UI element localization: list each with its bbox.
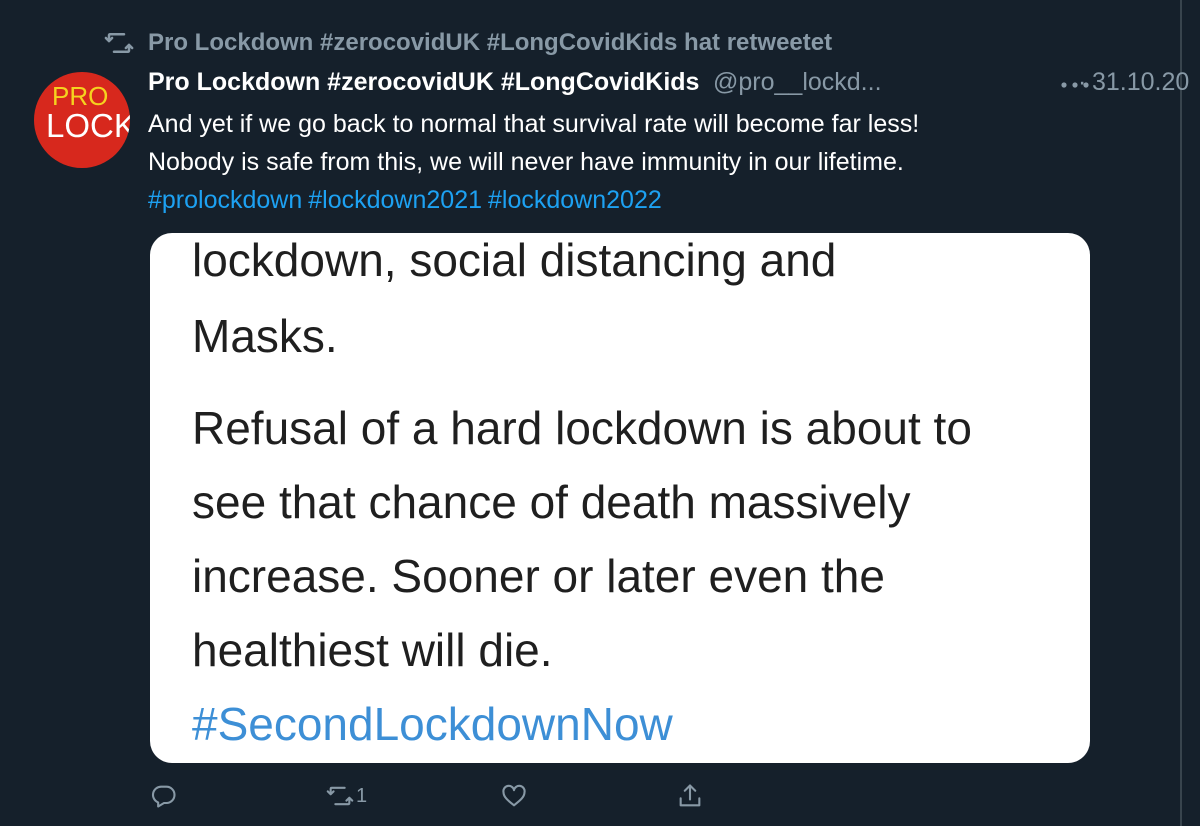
reply-button[interactable]	[150, 776, 178, 816]
author-handle[interactable]: @pro__lockd...	[713, 68, 882, 97]
retweet-context-label: Pro Lockdown #zerocovidUK #LongCovidKids…	[148, 29, 833, 56]
hashtag-link[interactable]: #lockdown2022	[488, 186, 662, 214]
heart-icon	[500, 782, 528, 810]
media-text-line: lockdown, social distancing and	[192, 234, 837, 286]
hashtag-link[interactable]: #lockdown2021	[308, 186, 482, 214]
retweet-button[interactable]: 1	[326, 776, 367, 816]
tweet-hashtags: #prolockdown #lockdown2021 #lockdown2022	[148, 181, 1158, 219]
media-text-line: Masks.	[192, 310, 338, 362]
share-button[interactable]	[676, 776, 704, 816]
share-icon	[676, 782, 704, 810]
media-text-line: see that chance of death massively	[192, 476, 911, 528]
media-text-line: healthiest will die.	[192, 624, 553, 676]
tweet-text-line: Nobody is safe from this, we will never …	[148, 148, 904, 176]
avatar[interactable]: PRO LOCK	[34, 72, 130, 168]
retweet-icon	[104, 28, 134, 58]
avatar-text-pro: PRO	[52, 81, 109, 111]
timeline-border	[1180, 0, 1182, 826]
reply-icon	[150, 782, 178, 810]
tweet-text: And yet if we go back to normal that sur…	[148, 105, 1158, 219]
retweet-icon	[326, 782, 354, 810]
author-name[interactable]: Pro Lockdown #zerocovidUK #LongCovidKids	[148, 68, 699, 97]
like-button[interactable]	[500, 776, 528, 816]
tweet-header: Pro Lockdown #zerocovidUK #LongCovidKids…	[148, 64, 1189, 104]
tweet-action-bar: 1	[148, 776, 728, 816]
more-horizontal-icon[interactable]	[1058, 70, 1092, 100]
retweet-context[interactable]: Pro Lockdown #zerocovidUK #LongCovidKids…	[104, 26, 832, 60]
tweet-media-image[interactable]: lockdown, social distancing and Masks. R…	[150, 233, 1090, 763]
retweet-count: 1	[356, 784, 368, 807]
tweet-date[interactable]: 31.10.20	[1092, 68, 1189, 97]
hashtag-link[interactable]: #prolockdown	[148, 186, 302, 214]
tweet-text-line: And yet if we go back to normal that sur…	[148, 110, 920, 138]
avatar-text-lock: LOCK	[46, 107, 130, 144]
media-text-line: Refusal of a hard lockdown is about to	[192, 402, 972, 454]
media-hashtag: #SecondLockdownNow	[192, 698, 673, 750]
media-text-line: increase. Sooner or later even the	[192, 550, 885, 602]
